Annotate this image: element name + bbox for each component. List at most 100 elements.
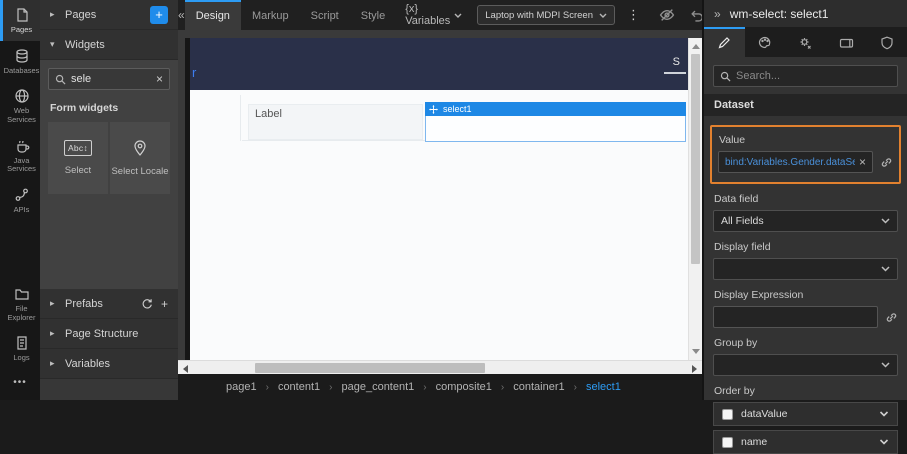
vertical-scroll-thumb[interactable] — [691, 54, 700, 264]
widget-card-select-locale[interactable]: Select Locale — [110, 122, 170, 194]
tab-script[interactable]: Script — [300, 0, 350, 30]
label-widget[interactable]: Label — [248, 104, 423, 140]
rail-item-logs[interactable]: Logs — [0, 328, 40, 369]
tab-device-view[interactable] — [826, 27, 867, 57]
widget-search-input[interactable] — [71, 73, 151, 85]
data-field-select[interactable]: All Fields — [713, 210, 898, 232]
select1-widget-body[interactable] — [425, 116, 686, 142]
device-icon — [839, 36, 854, 50]
rail-item-databases[interactable]: Databases — [0, 41, 40, 82]
tab-style[interactable]: Style — [350, 0, 396, 30]
widget-card-select[interactable]: Abc↕ Select — [48, 122, 108, 194]
variables-section-header[interactable]: ▸ Variables — [40, 349, 178, 379]
select1-selection-header[interactable]: select1 — [425, 102, 686, 116]
breadcrumb-separator: › — [501, 382, 504, 393]
breadcrumb-separator: › — [423, 382, 426, 393]
breadcrumb-container1[interactable]: container1 — [513, 381, 564, 393]
more-options-button[interactable]: ••• — [0, 369, 40, 396]
move-handle-icon[interactable] — [429, 105, 438, 114]
caret-right-icon: ▸ — [50, 328, 58, 339]
activity-rail: Pages Databases Web Services Java Servic… — [0, 0, 40, 400]
collapse-panel-button[interactable]: « — [178, 0, 185, 30]
prefabs-section-header[interactable]: ▸ Prefabs + — [40, 289, 178, 319]
tab-markup[interactable]: Markup — [241, 0, 300, 30]
chevron-down-icon — [454, 13, 462, 18]
data-field-label: Data field — [714, 193, 897, 205]
display-field-select[interactable] — [713, 258, 898, 280]
add-page-button[interactable]: + — [150, 6, 168, 24]
rail-item-apis[interactable]: APIs — [0, 180, 40, 221]
pencil-icon — [717, 36, 731, 50]
order-by-row-datavalue[interactable]: dataValue — [713, 402, 898, 426]
bind-link-icon[interactable] — [880, 156, 893, 169]
widget-search[interactable]: × — [48, 68, 170, 90]
tab-styles[interactable] — [745, 27, 786, 57]
form-widgets-heading: Form widgets — [50, 102, 168, 114]
properties-search-input[interactable] — [736, 70, 891, 82]
pages-section-header[interactable]: ▸ Pages + — [40, 0, 178, 30]
scroll-left-icon[interactable] — [183, 365, 188, 373]
value-binding-text: bind:Variables.Gender.dataSet — [725, 157, 855, 168]
order-by-row-name[interactable]: name — [713, 430, 898, 454]
caret-right-icon: ▸ — [50, 358, 58, 369]
display-expression-field[interactable] — [713, 306, 878, 328]
rail-item-web-services[interactable]: Web Services — [0, 81, 40, 130]
scroll-right-icon[interactable] — [692, 365, 697, 373]
group-by-select[interactable] — [713, 354, 898, 376]
canvas-vertical-scrollbar[interactable] — [688, 38, 702, 360]
breadcrumb-separator: › — [574, 382, 577, 393]
rail-item-pages[interactable]: Pages — [0, 0, 40, 41]
device-preview-select[interactable]: Laptop with MDPI Screen — [477, 5, 615, 25]
caret-right-icon: ▸ — [50, 298, 58, 309]
scroll-up-icon[interactable] — [692, 44, 700, 49]
dataset-section-header[interactable]: Dataset — [704, 94, 907, 116]
header-underline — [664, 72, 686, 74]
breadcrumb-select1[interactable]: select1 — [586, 381, 621, 393]
clear-binding-icon[interactable]: × — [859, 155, 866, 169]
expand-panel-button[interactable]: » — [714, 7, 721, 21]
display-field-label: Display field — [714, 241, 897, 253]
header-text-fragment: S — [673, 56, 680, 68]
bind-link-icon[interactable] — [885, 311, 898, 324]
scroll-down-icon[interactable] — [692, 349, 700, 354]
datavalue-checkbox[interactable] — [722, 409, 733, 420]
rail-item-label: APIs — [14, 206, 30, 215]
tab-security[interactable] — [866, 27, 907, 57]
shield-icon — [880, 36, 894, 50]
kebab-menu-button[interactable]: ⋮ — [621, 0, 646, 30]
tab-properties[interactable] — [704, 27, 745, 57]
page-header-bar[interactable]: r S — [190, 38, 688, 90]
name-checkbox[interactable] — [722, 437, 733, 448]
select-widget-icon: Abc↕ — [64, 140, 92, 156]
chevron-down-icon — [879, 411, 889, 417]
page-structure-section-header[interactable]: ▸ Page Structure — [40, 319, 178, 349]
breadcrumb-composite1[interactable]: composite1 — [436, 381, 492, 393]
preview-hidden-widgets-button[interactable] — [652, 0, 682, 30]
select1-widget[interactable]: select1 — [425, 102, 686, 142]
add-prefab-icon[interactable]: + — [161, 297, 168, 311]
group-by-label: Group by — [714, 337, 897, 349]
clear-search-icon[interactable]: × — [156, 72, 163, 86]
horizontal-scroll-thumb[interactable] — [255, 363, 485, 373]
order-option-label: dataValue — [741, 408, 871, 420]
variables-menu-button[interactable]: {x} Variables — [396, 0, 471, 30]
breadcrumb-content1[interactable]: content1 — [278, 381, 320, 393]
breadcrumb-page1[interactable]: page1 — [226, 381, 257, 393]
rail-item-file-explorer[interactable]: File Explorer — [0, 279, 40, 328]
value-bind-field[interactable]: bind:Variables.Gender.dataSet × — [718, 151, 873, 173]
refresh-icon[interactable] — [141, 298, 153, 310]
widgets-section-header[interactable]: ▾ Widgets — [40, 30, 178, 60]
tab-design[interactable]: Design — [185, 0, 241, 30]
pages-panel: ▸ Pages + ▾ Widgets × Form widgets Abc↕ … — [40, 0, 178, 400]
page-preview[interactable]: r S Label select1 — [190, 38, 702, 360]
value-field-highlight: Value bind:Variables.Gender.dataSet × — [710, 125, 901, 184]
tab-advanced-settings[interactable] — [785, 27, 826, 57]
breadcrumb-page-content1[interactable]: page_content1 — [341, 381, 414, 393]
canvas-horizontal-scrollbar[interactable] — [178, 360, 702, 374]
properties-search[interactable] — [713, 65, 898, 87]
rail-item-java-services[interactable]: Java Services — [0, 131, 40, 180]
pages-section-label: Pages — [65, 9, 143, 21]
search-icon — [720, 71, 731, 82]
rail-item-label: File Explorer — [3, 305, 40, 322]
coffee-cup-icon — [14, 138, 30, 154]
